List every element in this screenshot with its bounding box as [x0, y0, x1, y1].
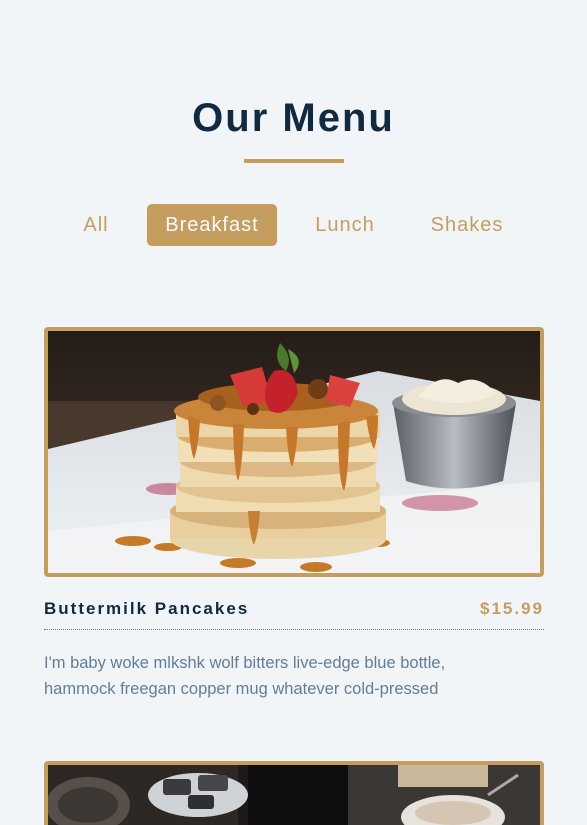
tab-lunch[interactable]: Lunch: [303, 204, 387, 246]
item-name: Buttermilk Pancakes: [44, 599, 250, 618]
tab-shakes[interactable]: Shakes: [418, 204, 516, 246]
tab-all[interactable]: All: [70, 204, 122, 246]
menu-page: Our Menu All Breakfast Lunch Shakes Butt…: [0, 0, 587, 825]
item-description: I'm baby woke mlkshk wolf bitters live-e…: [44, 654, 446, 698]
title-underline: [244, 159, 344, 163]
tab-breakfast[interactable]: Breakfast: [147, 204, 277, 246]
page-title: Our Menu: [192, 96, 395, 140]
item-photo-next: [44, 761, 544, 825]
item-header: Buttermilk Pancakes $15.99: [44, 597, 544, 630]
item-price: $15.99: [480, 599, 544, 618]
item-photo-pancakes: [44, 327, 544, 577]
category-tabs: All Breakfast Lunch Shakes: [0, 204, 587, 246]
